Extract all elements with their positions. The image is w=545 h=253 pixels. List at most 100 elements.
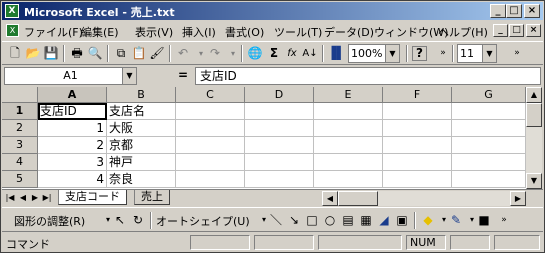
cell-b4[interactable]: 神戸	[107, 154, 176, 171]
column-header-a[interactable]: A	[38, 87, 107, 103]
menu-view[interactable]: 表示(V)	[135, 24, 173, 40]
paste-icon[interactable]: 📋	[130, 45, 148, 62]
copy-icon[interactable]: ⧉	[112, 45, 130, 62]
print-preview-icon[interactable]: 🔍	[86, 45, 104, 62]
workbook-restore-button[interactable]: □	[509, 24, 524, 37]
cell-c1[interactable]	[176, 103, 245, 120]
zoom-dropdown-icon[interactable]: ▼	[385, 45, 399, 62]
cell-a2[interactable]: 1	[38, 120, 107, 137]
row-header-4[interactable]: 4	[2, 154, 38, 171]
column-header-f[interactable]: F	[383, 87, 452, 103]
column-header-c[interactable]: C	[176, 87, 245, 103]
row-header-1[interactable]: 1	[2, 103, 38, 120]
cell-a4[interactable]: 3	[38, 154, 107, 171]
name-box[interactable]: A1 ▼	[4, 67, 137, 85]
workbook-minimize-button[interactable]: _	[493, 24, 508, 37]
new-icon[interactable]: 🗋	[6, 45, 24, 62]
menu-insert[interactable]: 挿入(I)	[182, 24, 216, 40]
autosum-icon[interactable]: Σ	[265, 45, 283, 62]
row-header-2[interactable]: 2	[2, 120, 38, 137]
cell-a5[interactable]: 4	[38, 171, 107, 188]
cell-b1[interactable]: 支店名	[107, 103, 176, 120]
zoom-select[interactable]: 100% ▼	[348, 44, 400, 63]
worksheet-grid[interactable]: A B C D E F G 1 2 3 4 5 支店ID 支店名 1 大阪 2 …	[2, 87, 526, 189]
cell-e5[interactable]	[314, 171, 383, 188]
menu-file[interactable]: ファイル(F)	[24, 24, 83, 40]
cell-c4[interactable]	[176, 154, 245, 171]
free-rotate-icon[interactable]: ↻	[130, 212, 146, 228]
cell-g5[interactable]	[452, 171, 526, 188]
next-sheet-icon[interactable]: ▶	[29, 191, 41, 205]
cell-d4[interactable]	[245, 154, 314, 171]
cell-d5[interactable]	[245, 171, 314, 188]
column-header-d[interactable]: D	[245, 87, 314, 103]
cell-g1[interactable]	[452, 103, 526, 120]
maximize-button[interactable]: □	[506, 4, 522, 18]
font-size-dropdown-icon[interactable]: ▼	[482, 45, 496, 62]
formula-equals-icon[interactable]: =	[178, 68, 188, 82]
cell-b5[interactable]: 奈良	[107, 171, 176, 188]
last-sheet-icon[interactable]: ▶|	[41, 191, 53, 205]
menu-tools[interactable]: ツール(T)	[274, 24, 322, 40]
minimize-button[interactable]: _	[490, 4, 506, 18]
cell-a1[interactable]: 支店ID	[38, 103, 107, 120]
autoshape-menu[interactable]: オートシェイプ(U)	[156, 213, 250, 229]
cell-c2[interactable]	[176, 120, 245, 137]
menu-edit[interactable]: 編集(E)	[81, 24, 119, 40]
oval-icon[interactable]: ○	[322, 212, 338, 228]
cell-a3[interactable]: 2	[38, 137, 107, 154]
row-header-5[interactable]: 5	[2, 171, 38, 188]
cell-c5[interactable]	[176, 171, 245, 188]
cell-e2[interactable]	[314, 120, 383, 137]
wordart-icon[interactable]: ▦	[358, 212, 374, 228]
line-icon[interactable]: ＼	[268, 212, 284, 228]
cell-f1[interactable]	[383, 103, 452, 120]
cell-c3[interactable]	[176, 137, 245, 154]
format-painter-icon[interactable]: 🖌	[148, 45, 166, 62]
rectangle-icon[interactable]: □	[304, 212, 320, 228]
formula-input[interactable]: 支店ID	[195, 67, 541, 85]
redo-icon[interactable]: ↷	[206, 45, 224, 62]
cell-g3[interactable]	[452, 137, 526, 154]
shadow-icon[interactable]: ■	[476, 212, 492, 228]
scroll-up-icon[interactable]: ▲	[526, 87, 542, 103]
toolbar-more-icon[interactable]: »	[508, 45, 526, 62]
column-header-e[interactable]: E	[314, 87, 383, 103]
workbook-close-button[interactable]: ×	[526, 24, 541, 37]
cell-e1[interactable]	[314, 103, 383, 120]
drawing-more-icon[interactable]: »	[496, 212, 512, 228]
horizontal-scrollbar[interactable]: ◀ ▶	[322, 191, 526, 206]
cell-g4[interactable]	[452, 154, 526, 171]
prev-sheet-icon[interactable]: ◀	[17, 191, 29, 205]
column-header-g[interactable]: G	[452, 87, 526, 103]
cell-f4[interactable]	[383, 154, 452, 171]
select-objects-icon[interactable]: ↖	[112, 212, 128, 228]
undo-icon[interactable]: ↶	[174, 45, 192, 62]
help-icon[interactable]: ?	[412, 46, 427, 61]
clipart-icon[interactable]: ▣	[394, 212, 410, 228]
scroll-left-icon[interactable]: ◀	[322, 191, 338, 206]
excel-app-icon[interactable]: X	[5, 4, 19, 18]
draw-adjust-menu[interactable]: 図形の調整(R)	[14, 213, 85, 229]
sort-ascending-icon[interactable]: A↓	[301, 45, 319, 62]
column-header-b[interactable]: B	[107, 87, 176, 103]
row-header-3[interactable]: 3	[2, 137, 38, 154]
cell-b2[interactable]: 大阪	[107, 120, 176, 137]
select-all-corner[interactable]	[2, 87, 38, 103]
line-color-icon[interactable]: ✎	[448, 212, 464, 228]
font-size-select[interactable]: 11 ▼	[457, 44, 497, 63]
scroll-down-icon[interactable]: ▼	[526, 173, 542, 189]
sheet-tab-sales[interactable]: 売上	[134, 190, 170, 205]
toolbar-more-icon[interactable]: »	[434, 45, 452, 62]
arrow-icon[interactable]: ↘	[286, 212, 302, 228]
vertical-scrollbar[interactable]: ▲ ▼	[526, 87, 542, 189]
hyperlink-icon[interactable]: 🌐	[246, 45, 264, 62]
menu-data[interactable]: データ(D)	[324, 24, 374, 40]
cell-b3[interactable]: 京都	[107, 137, 176, 154]
scroll-right-icon[interactable]: ▶	[510, 191, 526, 206]
menu-format[interactable]: 書式(O)	[225, 24, 264, 40]
workbook-icon[interactable]: X	[6, 24, 19, 37]
cell-d1[interactable]	[245, 103, 314, 120]
save-icon[interactable]: 💾	[42, 45, 60, 62]
textbox-icon[interactable]: ▤	[340, 212, 356, 228]
